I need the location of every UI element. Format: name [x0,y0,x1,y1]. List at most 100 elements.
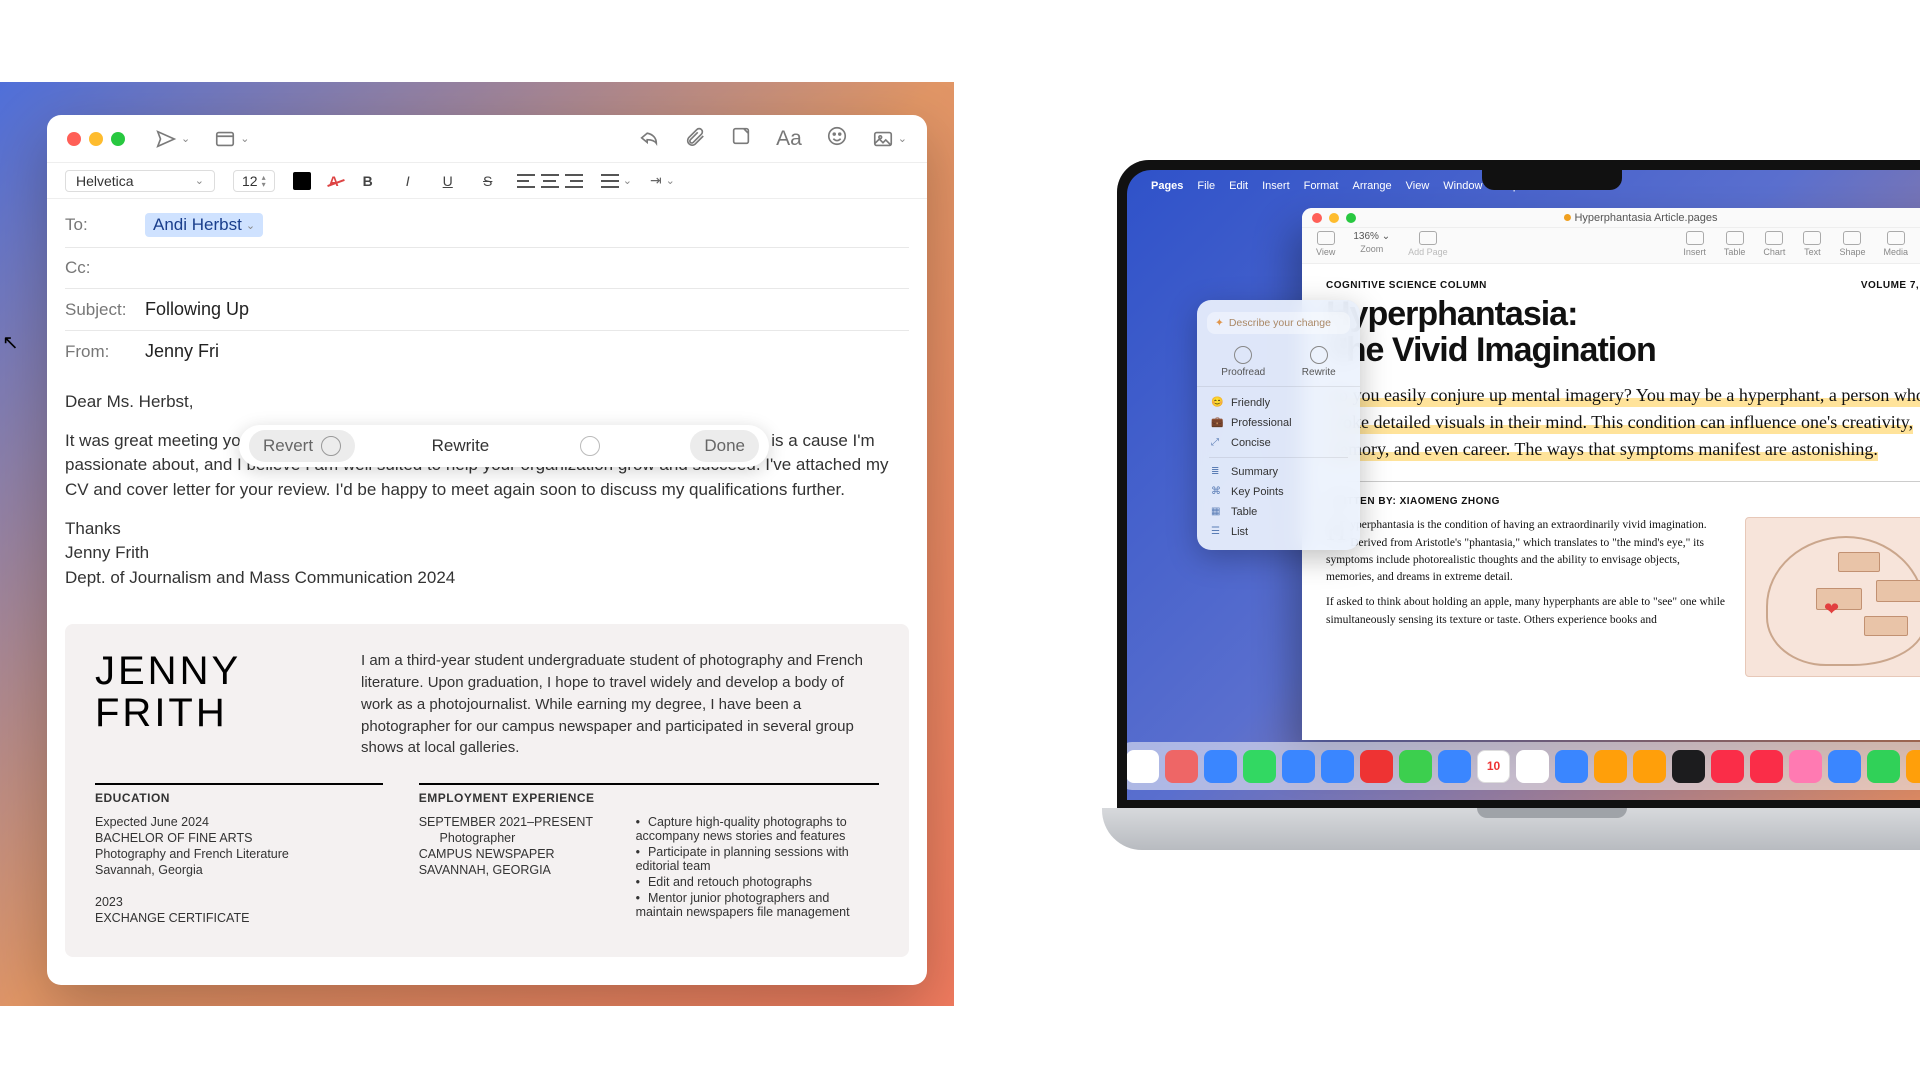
revert-button[interactable]: Revert [249,430,355,462]
proofread-button[interactable]: Proofread [1221,346,1265,378]
describe-change-field[interactable]: ✦ Describe your change [1207,312,1350,334]
dock-app-0[interactable] [1127,750,1159,783]
dock-app-18[interactable] [1828,750,1861,783]
attach-button[interactable] [684,125,706,152]
dock-app-3[interactable] [1243,750,1276,783]
revert-icon [321,436,341,456]
wt-list[interactable]: ☰List [1201,522,1356,542]
from-field[interactable]: Jenny Fri [145,341,219,362]
dock-app-2[interactable] [1204,750,1237,783]
zoom-button[interactable] [111,132,125,146]
dock-app-12[interactable] [1594,750,1627,783]
resume-bullet: Mentor junior photographers and maintain… [636,891,879,919]
dock-app-16[interactable] [1750,750,1783,783]
wallpaper-left: ⌄ ⌄ Aa ⌄ [0,82,954,1006]
dock-app-19[interactable] [1867,750,1900,783]
edited-indicator [1563,214,1570,221]
align-center-button[interactable] [541,174,559,188]
font-family-select[interactable]: Helvetica ⌄ [65,170,215,192]
indent-button[interactable]: ⇥⌄ [650,172,675,189]
toolbar-chart-button[interactable]: Chart [1763,231,1785,257]
list-style-button[interactable]: ⌄ [601,174,632,188]
clear-style-button[interactable]: A [329,173,339,189]
dock-app-14[interactable] [1672,750,1705,783]
macbook-base [1102,808,1920,850]
zoom-button[interactable] [1346,213,1356,223]
toolbar-text-button[interactable]: Text [1803,231,1821,257]
window-titlebar: ⌄ ⌄ Aa ⌄ [47,115,927,163]
resume-bullet: Capture high-quality photographs to acco… [636,815,879,843]
chevron-down-icon[interactable]: ⌄ [898,132,907,145]
dock-app-11[interactable] [1555,750,1588,783]
markup-button[interactable] [730,125,752,152]
attachment-preview[interactable]: JENNY FRITH I am a third-year student un… [65,624,909,957]
done-button[interactable]: Done [690,430,759,462]
bold-button[interactable]: B [357,173,379,189]
rewrite-again-button[interactable] [566,430,614,462]
wt-summary[interactable]: ≣Summary [1201,462,1356,482]
dock-app-20[interactable] [1906,750,1920,783]
photo-browser-button[interactable]: ⌄ [872,128,907,150]
dock-app-4[interactable] [1282,750,1315,783]
align-left-button[interactable] [517,174,535,188]
dock-app-13[interactable] [1633,750,1666,783]
chevron-down-icon[interactable]: ⌄ [240,132,249,145]
toolbar-shape-button[interactable]: Shape [1839,231,1865,257]
italic-button[interactable]: I [397,173,419,189]
dock-app-15[interactable] [1711,750,1744,783]
refresh-icon [1310,346,1328,364]
strikethrough-button[interactable]: S [477,173,499,189]
zoom-select[interactable]: 136% ⌄Zoom [1353,231,1390,257]
toolbar-media-button[interactable]: Media [1883,231,1908,257]
text-color-swatch[interactable] [293,172,311,190]
emoji-button[interactable] [826,125,848,152]
wt-table[interactable]: ▦Table [1201,502,1356,522]
wt-professional[interactable]: 💼Professional [1201,413,1356,433]
send-button[interactable]: ⌄ [155,128,190,150]
dock-app-5[interactable] [1321,750,1354,783]
font-size-stepper[interactable]: 12 ▴▾ [233,170,275,192]
underline-button[interactable]: U [437,173,459,189]
mail-body[interactable]: Dear Ms. Herbst, It was great meeting yo… [47,372,927,604]
subject-field[interactable]: Following Up [145,299,249,320]
view-menu[interactable]: View [1406,180,1430,192]
wt-key-points[interactable]: ⌘Key Points [1201,482,1356,502]
pages-window: Hyperphantasia Article.pages View 136% ⌄… [1302,208,1920,740]
align-right-button[interactable] [565,174,583,188]
app-menu[interactable]: Pages [1151,180,1183,192]
toolbar-table-button[interactable]: Table [1724,231,1746,257]
rewrite-button[interactable]: Rewrite [1302,346,1336,378]
format-button[interactable]: Aa [776,127,802,151]
dock-app-9[interactable]: 10 [1477,750,1510,783]
view-button[interactable]: View [1316,231,1335,257]
dock-app-7[interactable] [1399,750,1432,783]
chevron-down-icon[interactable]: ⌄ [181,132,190,145]
wt-concise[interactable]: ⤢Concise [1201,433,1356,453]
minimize-button[interactable] [89,132,103,146]
macbook-device: Pages File Edit Insert Format Arrange Vi… [1102,160,1920,920]
insert-menu[interactable]: Insert [1262,180,1290,192]
window-titlebar: Hyperphantasia Article.pages [1302,208,1920,228]
reply-button[interactable] [638,125,660,152]
dock-app-6[interactable] [1360,750,1393,783]
dock-app-17[interactable] [1789,750,1822,783]
edit-menu[interactable]: Edit [1229,180,1248,192]
document-canvas[interactable]: COGNITIVE SCIENCE COLUMN VOLUME 7, ISSUE… [1302,264,1920,740]
resume-line: Expected June 2024 [95,815,383,829]
dock-app-10[interactable] [1516,750,1549,783]
arrange-menu[interactable]: Arrange [1352,180,1391,192]
table-icon [1726,231,1744,245]
dock-app-1[interactable] [1165,750,1198,783]
recipient-token[interactable]: Andi Herbst⌄ [145,213,263,237]
close-button[interactable] [1312,213,1322,223]
window-menu[interactable]: Window [1443,180,1482,192]
toolbar-insert-button[interactable]: Insert [1683,231,1706,257]
format-menu[interactable]: Format [1304,180,1339,192]
header-fields-button[interactable]: ⌄ [214,128,249,150]
minimize-button[interactable] [1329,213,1339,223]
dock-app-8[interactable] [1438,750,1471,783]
file-menu[interactable]: File [1197,180,1215,192]
wt-friendly[interactable]: 😊Friendly [1201,393,1356,413]
add-page-button[interactable]: Add Page [1408,231,1448,257]
close-button[interactable] [67,132,81,146]
